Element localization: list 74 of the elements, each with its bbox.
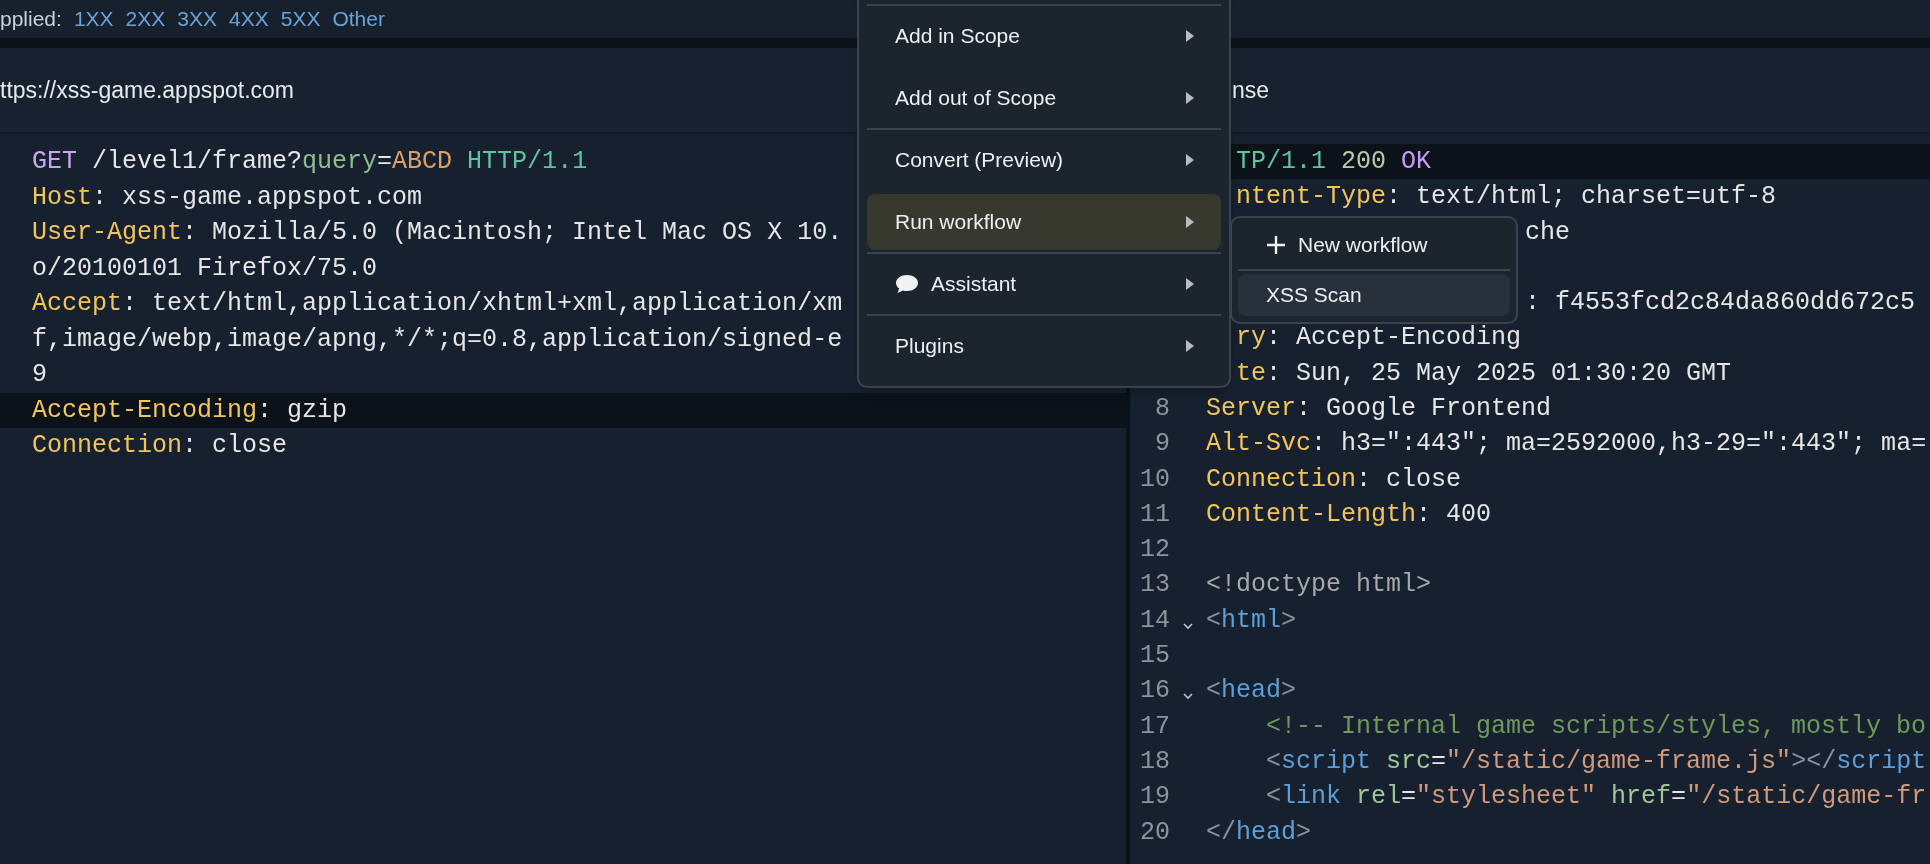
status-filter-link[interactable]: 1XX bbox=[73, 3, 114, 35]
fold-chevron-icon[interactable] bbox=[1182, 621, 1194, 630]
line-number: 19 bbox=[1139, 781, 1170, 814]
code-line: f,image/webp,image/apng,*/*;q=0.8,application/signed-e bbox=[32, 323, 843, 356]
code-line: Accept-Encoding: gzip bbox=[32, 394, 348, 427]
line-number: 20 bbox=[1139, 816, 1170, 849]
caret-icon bbox=[1185, 339, 1195, 353]
menu-item[interactable]: Assistant bbox=[867, 256, 1221, 312]
menu-item-label: Assistant bbox=[931, 271, 1017, 298]
code-line: te: Sun, 25 May 2025 01:30:20 GMT bbox=[1236, 357, 1732, 390]
line-number: 16 bbox=[1139, 675, 1170, 708]
line-number: 14 bbox=[1139, 604, 1170, 637]
submenu-item[interactable]: New workflow bbox=[1238, 224, 1510, 266]
line-number: 13 bbox=[1139, 569, 1170, 602]
menu-item[interactable]: Add out of Scope bbox=[867, 70, 1221, 126]
line-number: 17 bbox=[1139, 710, 1170, 743]
caret-icon bbox=[1185, 91, 1195, 105]
code-line: Alt-Svc: h3=":443"; ma=2592000,h3-29=":443"; ma= bbox=[1206, 428, 1927, 461]
code-line: Connection: close bbox=[1206, 463, 1462, 496]
caret-icon bbox=[1185, 277, 1195, 291]
code-line: Connection: close bbox=[32, 430, 288, 462]
submenu-item[interactable]: XSS Scan bbox=[1238, 274, 1510, 316]
code-line: Server: Google Frontend bbox=[1206, 393, 1552, 425]
code-line: 9 bbox=[32, 359, 47, 391]
code-line: <head> bbox=[1206, 675, 1297, 708]
code-line: ry: Accept-Encoding bbox=[1236, 322, 1522, 355]
status-filter-link[interactable]: 4XX bbox=[229, 3, 269, 35]
menu-item[interactable]: Run workflow bbox=[867, 194, 1221, 250]
code-line: Host: xss-game.appspot.com bbox=[32, 181, 423, 214]
speech-bubble-icon bbox=[895, 274, 919, 294]
line-number: 10 bbox=[1139, 463, 1170, 496]
status-filter-link[interactable]: Other bbox=[332, 3, 385, 35]
code-line: GET /level1/frame?query=ABCD HTTP/1.1 bbox=[32, 146, 588, 178]
menu-item[interactable]: Plugins bbox=[867, 318, 1221, 374]
caret-icon bbox=[1185, 153, 1195, 167]
code-line: <!doctype html> bbox=[1206, 569, 1432, 602]
code-line: : f4553fcd2c84da860dd672c5 bbox=[1525, 287, 1916, 320]
caret-icon bbox=[1185, 215, 1195, 229]
code-line: <!-- Internal game scripts/styles, mostly bo bbox=[1265, 710, 1927, 743]
submenu-item-label: XSS Scan bbox=[1266, 282, 1362, 309]
code-line: che bbox=[1525, 216, 1570, 249]
fold-chevron-icon[interactable] bbox=[1182, 692, 1194, 701]
menu-item-label: Run workflow bbox=[895, 209, 1022, 236]
caret-icon bbox=[1185, 29, 1195, 43]
status-filter-link[interactable]: 2XX bbox=[125, 3, 166, 35]
code-line: </head> bbox=[1206, 816, 1312, 849]
menu-item[interactable]: Convert (Preview) bbox=[867, 132, 1221, 188]
code-line: <script src="/static/game-frame.js"></script bbox=[1265, 745, 1927, 778]
line-number: 9 bbox=[1154, 428, 1170, 461]
code-line: Accept: text/html,application/xhtml+xml,application/xm bbox=[32, 288, 843, 320]
request-url: ttps://xss-game.appspot.com bbox=[0, 75, 294, 105]
line-number: 11 bbox=[1139, 498, 1170, 531]
code-line: o/20100101 Firefox/75.0 bbox=[32, 252, 378, 285]
code-line: <html> bbox=[1206, 604, 1297, 637]
menu-item-label: Plugins bbox=[895, 333, 964, 360]
line-number: 8 bbox=[1154, 393, 1170, 425]
status-filter-link[interactable]: 5XX bbox=[280, 3, 321, 35]
plus-icon bbox=[1266, 235, 1286, 255]
code-line: <link rel="stylesheet" href="/static/game-fr bbox=[1265, 781, 1927, 814]
code-line: ntent-Type: text/html; charset=utf-8 bbox=[1236, 181, 1777, 214]
response-title: nse bbox=[1232, 75, 1270, 105]
code-line: User-Agent: Mozilla/5.0 (Macintosh; Intel Mac OS X 10. bbox=[32, 217, 843, 249]
code-line: Content-Length: 400 bbox=[1206, 498, 1492, 531]
line-number: 15 bbox=[1139, 640, 1170, 673]
submenu-item-label: New workflow bbox=[1298, 232, 1428, 259]
filter-label: pplied: bbox=[0, 6, 62, 33]
line-number: 18 bbox=[1139, 745, 1170, 778]
status-filter-link[interactable]: 3XX bbox=[177, 3, 217, 35]
menu-item-label: Add in Scope bbox=[895, 23, 1020, 50]
menu-item[interactable]: Add in Scope bbox=[867, 8, 1221, 64]
menu-item-label: Convert (Preview) bbox=[895, 147, 1064, 174]
code-line: TP/1.1 200 OK bbox=[1236, 145, 1432, 178]
menu-item-label: Add out of Scope bbox=[895, 85, 1057, 112]
line-number: 12 bbox=[1139, 534, 1170, 567]
